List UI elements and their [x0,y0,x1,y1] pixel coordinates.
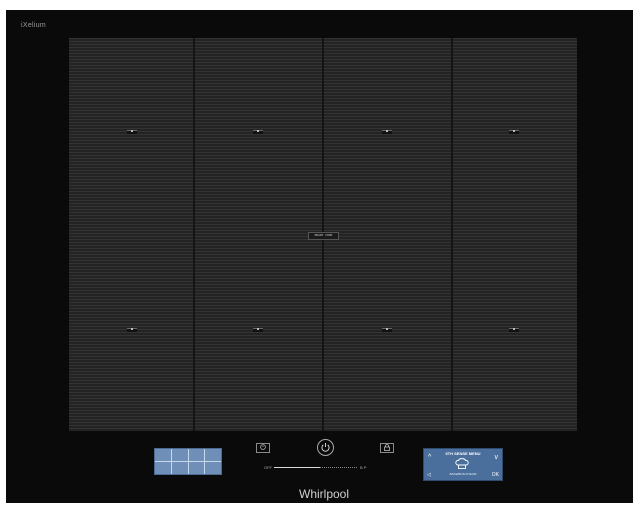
power-button[interactable] [317,439,334,456]
zone-marker-1[interactable] [127,130,137,134]
slider-fill [274,467,321,468]
slider-max-label: B P [360,465,367,470]
brand-logo: Whirlpool [299,487,350,501]
timer-icon [260,444,266,450]
cooking-surface: SMART COOK [69,38,577,431]
zone-marker-5[interactable] [127,328,137,332]
zone-divider [451,38,453,431]
induction-hob: iXelium SMART COOK OFF B P 6TH SENSE MEN… [6,10,633,503]
power-level-slider[interactable] [274,467,358,468]
slider-min-label: OFF [264,465,272,470]
display-subtitle: BAKE/BOIL/STEAM [449,472,477,476]
power-icon [321,443,330,452]
display-title: 6TH SENSE MENU [445,451,481,456]
control-panel: OFF B P 6TH SENSE MENU ^ v BAKE/BOIL/STE… [6,431,633,503]
display-down-button[interactable]: v [495,454,499,461]
zone-divider [193,38,195,431]
zone-marker-3[interactable] [382,130,392,134]
lock-icon [384,444,390,451]
display-up-button[interactable]: ^ [428,454,431,461]
display-ok-button[interactable]: OK [492,472,499,478]
zone-map-button[interactable] [154,448,222,475]
zone-marker-2[interactable] [253,130,263,134]
display-back-button[interactable]: ◁ [427,472,431,478]
smart-cook-logo: SMART COOK [308,232,339,240]
zone-marker-8[interactable] [509,328,519,332]
timer-button[interactable] [256,443,270,453]
zone-marker-4[interactable] [509,130,519,134]
control-display: 6TH SENSE MENU ^ v BAKE/BOIL/STEAM ◁ OK [423,448,503,481]
zone-marker-7[interactable] [382,328,392,332]
series-logo: iXelium [21,22,47,29]
lock-button[interactable] [380,443,394,453]
zone-marker-6[interactable] [253,328,263,332]
